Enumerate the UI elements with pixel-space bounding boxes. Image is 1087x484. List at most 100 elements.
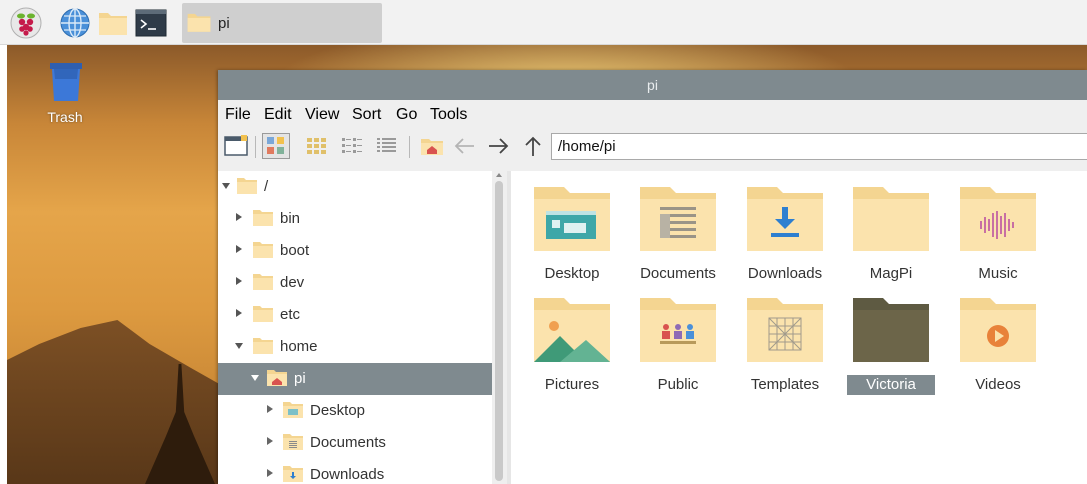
tree-item-pi[interactable]: pi [218, 363, 493, 395]
up-arrow-icon[interactable] [521, 135, 545, 157]
collapse-triangle-icon[interactable] [251, 375, 259, 381]
folder-icon [253, 338, 273, 354]
tree-item-dev[interactable]: dev [218, 267, 493, 299]
folder-icon [253, 210, 273, 226]
menu-view[interactable]: View [305, 106, 339, 124]
folder-item-documents[interactable]: Documents [628, 177, 728, 287]
expand-triangle-icon[interactable] [236, 213, 242, 221]
tree-item-label: Documents [310, 434, 386, 451]
directory-tree: / bin boot dev etc home pi Desktop Docum… [218, 171, 507, 484]
tree-item-label: boot [280, 242, 310, 259]
menu-tools[interactable]: Tools [430, 106, 467, 124]
forward-arrow-icon[interactable] [486, 135, 510, 157]
folder-item-pictures[interactable]: Pictures [522, 288, 622, 398]
folder-label: Videos [975, 376, 1021, 393]
expand-triangle-icon[interactable] [236, 277, 242, 285]
folder-item-templates[interactable]: Templates [735, 288, 835, 398]
home-folder-icon [267, 370, 287, 386]
folder-item-public[interactable]: Public [628, 288, 728, 398]
tree-item-label: bin [280, 210, 301, 227]
tree-item-root[interactable]: / [218, 171, 493, 203]
expand-triangle-icon[interactable] [267, 405, 273, 413]
desktop-folder-icon [534, 187, 610, 251]
tree-item-downloads[interactable]: Downloads [218, 459, 493, 484]
file-manager-window: pi File Edit View Sort Go Tools /home/pi… [218, 70, 1087, 484]
collapse-triangle-icon[interactable] [235, 343, 243, 349]
tree-item-label: Desktop [310, 402, 366, 419]
web-browser-icon[interactable] [59, 7, 91, 39]
documents-folder-icon [640, 187, 716, 251]
folder-item-desktop[interactable]: Desktop [522, 177, 622, 287]
scrollbar-thumb[interactable] [495, 181, 503, 481]
folder-icon [253, 274, 273, 290]
tree-item-boot[interactable]: boot [218, 235, 493, 267]
tree-item-bin[interactable]: bin [218, 203, 493, 235]
window-titlebar[interactable]: pi [218, 70, 1087, 100]
file-manager-icon[interactable] [97, 7, 129, 39]
videos-folder-icon [960, 298, 1036, 362]
path-bar[interactable]: /home/pi [551, 133, 1087, 160]
folder-label: Templates [750, 376, 820, 393]
public-folder-icon [640, 298, 716, 362]
tree-item-label: etc [280, 306, 301, 323]
new-window-icon[interactable] [224, 135, 248, 157]
back-arrow-icon[interactable] [453, 135, 477, 157]
pictures-folder-icon [534, 298, 610, 362]
tree-item-label: Downloads [310, 466, 385, 483]
collapse-triangle-icon[interactable] [222, 183, 230, 189]
folder-label: Desktop [544, 265, 600, 282]
folder-icon [853, 187, 929, 251]
expand-triangle-icon[interactable] [236, 309, 242, 317]
menu-file[interactable]: File [225, 106, 251, 124]
tree-item-etc[interactable]: etc [218, 299, 493, 331]
trash-label: Trash [47, 109, 83, 125]
folder-item-magpi[interactable]: MagPi [841, 177, 941, 287]
folder-item-music[interactable]: Music [948, 177, 1048, 287]
folder-grid: Desktop Documents Downloads MagPi Music … [511, 171, 1087, 484]
compact-view-icon[interactable] [340, 135, 364, 157]
scroll-up-arrow-icon[interactable] [496, 173, 502, 177]
menu-edit[interactable]: Edit [264, 106, 292, 124]
icon-view-icon[interactable] [262, 133, 290, 159]
folder-icon [237, 178, 257, 194]
thumbnail-view-icon[interactable] [305, 135, 329, 157]
expand-triangle-icon[interactable] [267, 469, 273, 477]
tree-item-label: home [280, 338, 318, 355]
desktop-folder-icon [283, 402, 303, 418]
tree-item-documents[interactable]: Documents [218, 427, 493, 459]
tree-scrollbar[interactable] [492, 171, 507, 484]
taskbar-task-pi[interactable]: pi [182, 3, 382, 43]
list-view-icon[interactable] [375, 135, 399, 157]
tree-item-home[interactable]: home [218, 331, 493, 363]
raspberry-menu-icon[interactable] [10, 7, 42, 39]
toolbar-separator [255, 136, 256, 158]
menu-go[interactable]: Go [396, 106, 417, 124]
tree-item-label: pi [294, 370, 306, 387]
toolbar-separator [409, 136, 410, 158]
folder-label: MagPi [869, 265, 913, 282]
expand-triangle-icon[interactable] [267, 437, 273, 445]
folder-icon [253, 306, 273, 322]
trash-desktop-icon[interactable]: Trash [41, 62, 89, 132]
tree-item-label: dev [280, 274, 305, 291]
folder-label: Downloads [747, 265, 823, 282]
documents-folder-icon [283, 434, 303, 450]
folder-item-victoria[interactable]: Victoria [841, 288, 941, 398]
folder-icon [187, 13, 211, 32]
tree-item-label: / [264, 178, 269, 195]
window-title: pi [647, 77, 658, 93]
tree-item-desktop[interactable]: Desktop [218, 395, 493, 427]
terminal-icon[interactable] [135, 7, 167, 39]
folder-icon [253, 242, 273, 258]
downloads-folder-icon [747, 187, 823, 251]
home-folder-icon[interactable] [420, 135, 444, 157]
trash-icon [50, 63, 82, 101]
folder-item-downloads[interactable]: Downloads [735, 177, 835, 287]
folder-item-videos[interactable]: Videos [948, 288, 1048, 398]
folder-label: Public [657, 376, 699, 393]
toolbar: /home/pi [218, 128, 1087, 164]
folder-label: Pictures [544, 376, 600, 393]
landscape-hills [7, 320, 237, 484]
menu-sort[interactable]: Sort [352, 106, 381, 124]
expand-triangle-icon[interactable] [236, 245, 242, 253]
